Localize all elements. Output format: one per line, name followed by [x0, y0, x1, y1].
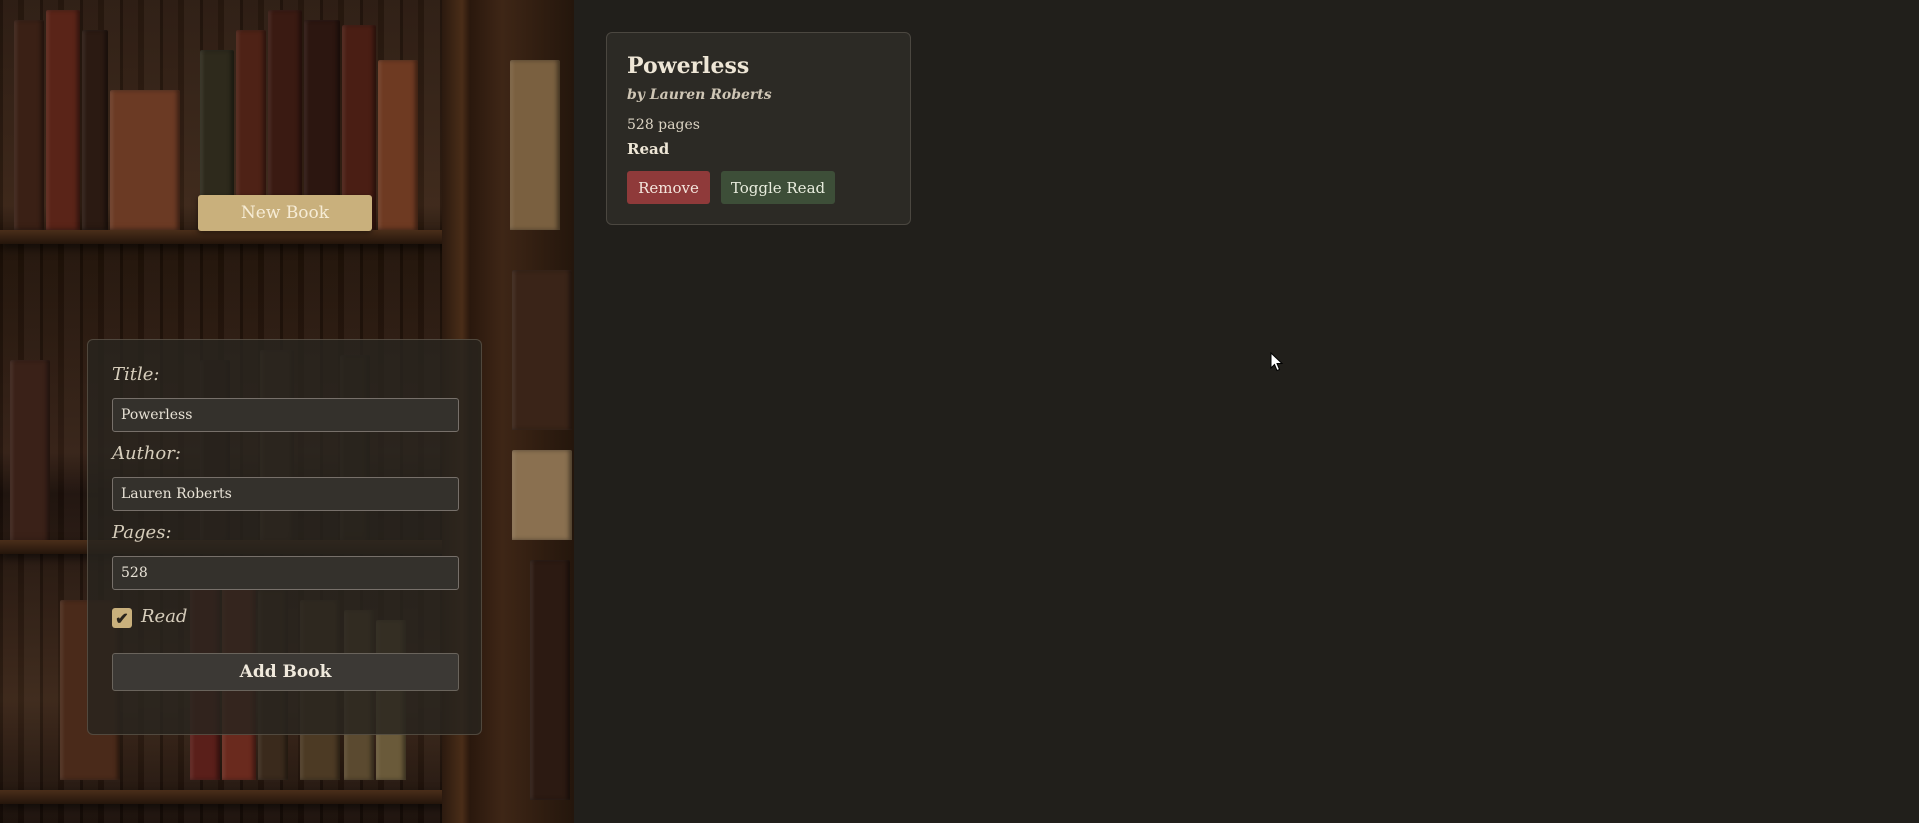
- author-input[interactable]: [112, 477, 459, 511]
- remove-button[interactable]: Remove: [627, 171, 710, 204]
- author-label: Author:: [112, 443, 181, 464]
- pages-input[interactable]: [112, 556, 459, 590]
- title-input[interactable]: [112, 398, 459, 432]
- book-author: by Lauren Roberts: [627, 87, 772, 103]
- book-card: Powerless by Lauren Roberts 528 pages Re…: [606, 32, 911, 225]
- book-pages: 528 pages: [627, 117, 700, 133]
- book-read-status: Read: [627, 140, 670, 158]
- book-title: Powerless: [627, 53, 750, 79]
- read-checkbox-label: Read: [141, 606, 188, 627]
- toggle-read-button[interactable]: Toggle Read: [721, 171, 835, 204]
- add-book-form: Title: Author: Pages: ✔ Read Add Book: [87, 339, 482, 735]
- sidebar-bookshelf: New Book Title: Author: Pages: ✔ Read Ad…: [0, 0, 574, 823]
- add-book-button[interactable]: Add Book: [112, 653, 459, 691]
- checkmark-icon: ✔: [115, 608, 129, 628]
- new-book-button[interactable]: New Book: [198, 195, 372, 231]
- mouse-cursor-icon: [1270, 352, 1284, 372]
- read-checkbox[interactable]: ✔: [112, 608, 132, 628]
- pages-label: Pages:: [112, 522, 172, 543]
- title-label: Title:: [112, 364, 160, 385]
